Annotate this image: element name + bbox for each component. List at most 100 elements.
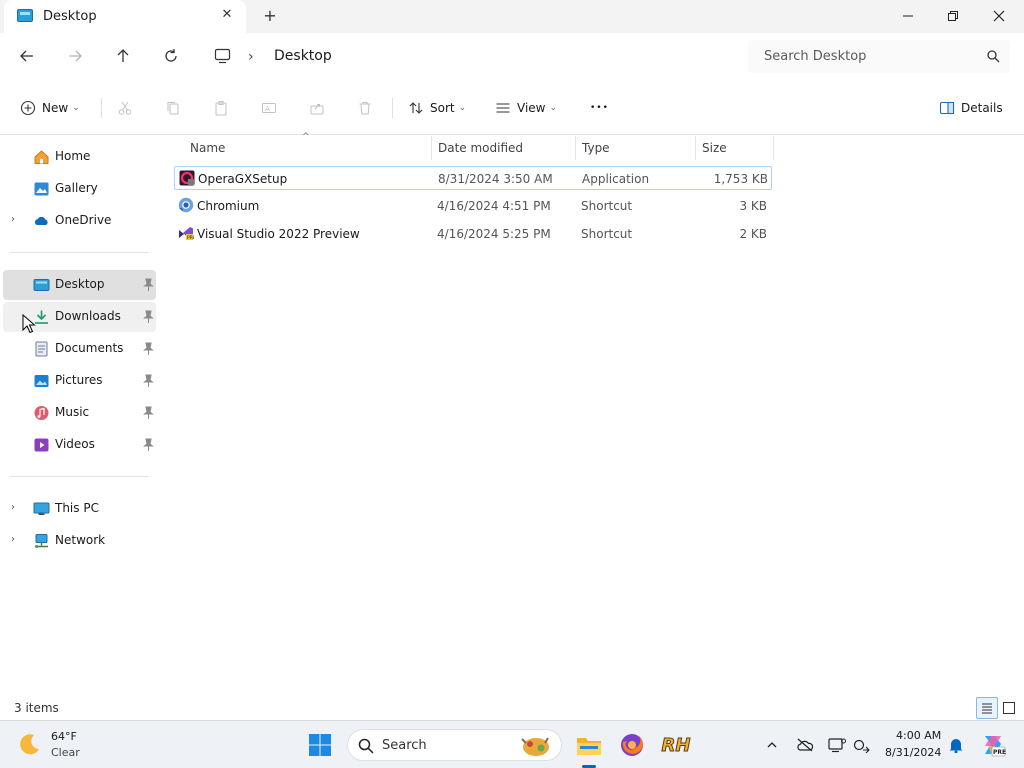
chevron-down-icon: ⌄ — [72, 103, 80, 113]
minimize-button[interactable] — [885, 0, 931, 32]
file-name: Chromium — [197, 199, 260, 213]
back-button[interactable] — [13, 43, 41, 69]
clock-date[interactable]: 8/31/2024 — [885, 746, 941, 759]
pin-icon[interactable] — [142, 374, 154, 388]
table-row[interactable]: Chromium 4/16/2024 4:51 PM Shortcut 3 KB — [174, 194, 772, 218]
windows-logo-icon — [309, 734, 331, 756]
expand-chevron-icon[interactable]: › — [11, 502, 15, 513]
column-divider[interactable] — [773, 136, 774, 160]
sidebar-item-network[interactable]: › Network — [3, 526, 156, 556]
tray-onedrive[interactable] — [795, 735, 815, 755]
column-divider[interactable] — [695, 136, 696, 160]
cut-button[interactable] — [114, 97, 136, 119]
column-divider[interactable] — [431, 136, 432, 160]
toolbar-divider — [392, 98, 393, 118]
show-hidden-icons-button[interactable] — [762, 735, 782, 755]
pin-icon[interactable] — [142, 310, 154, 324]
desktop-folder-icon — [17, 9, 33, 22]
copilot-button[interactable]: PRE — [980, 732, 1006, 758]
rename-button[interactable]: A — [258, 97, 280, 119]
refresh-button[interactable] — [157, 43, 185, 69]
command-bar: New ⌄ A Sort ⌄ View ⌄ ••• Details — [0, 80, 1024, 135]
tiles-view-toggle[interactable] — [998, 697, 1020, 719]
search-icon — [358, 738, 374, 754]
share-button[interactable] — [306, 97, 328, 119]
forward-button[interactable] — [61, 43, 89, 69]
file-size: 3 KB — [739, 199, 767, 213]
network-status-icon — [853, 739, 870, 753]
sidebar-item-music[interactable]: Music — [3, 398, 156, 428]
sidebar-item-home[interactable]: Home — [3, 142, 156, 172]
sidebar-item-desktop[interactable]: Desktop — [3, 270, 156, 300]
notifications-button[interactable] — [946, 735, 966, 755]
sort-button[interactable]: Sort ⌄ — [408, 97, 466, 119]
home-icon — [34, 150, 49, 164]
pin-icon[interactable] — [142, 406, 154, 420]
item-count: 3 items — [14, 701, 59, 715]
taskbar-firefox[interactable] — [616, 729, 648, 761]
sidebar-item-videos[interactable]: Videos — [3, 430, 156, 460]
new-tab-button[interactable]: + — [260, 6, 280, 26]
close-window-button[interactable] — [976, 0, 1022, 32]
start-button[interactable] — [304, 729, 336, 761]
taskbar-search[interactable]: Search — [347, 729, 562, 761]
bell-icon — [949, 739, 963, 753]
taskbar-rh-app[interactable]: RH — [660, 729, 692, 761]
pin-icon[interactable] — [142, 342, 154, 356]
sidebar-item-label: Pictures — [55, 373, 103, 387]
view-button[interactable]: View ⌄ — [495, 97, 557, 119]
tray-network[interactable] — [852, 735, 872, 755]
taskbar-file-explorer[interactable] — [573, 729, 605, 761]
details-view-toggle[interactable] — [976, 697, 998, 719]
column-header-type[interactable]: Type — [582, 136, 694, 160]
up-button[interactable] — [109, 43, 137, 69]
pin-icon[interactable] — [142, 278, 154, 292]
sidebar-item-gallery[interactable]: Gallery — [3, 174, 156, 204]
column-header-name[interactable]: Name — [190, 136, 430, 160]
tab-desktop[interactable]: Desktop ✕ — [4, 0, 246, 33]
mouse-cursor-icon — [22, 314, 36, 334]
column-header-date[interactable]: Date modified — [438, 136, 576, 160]
address-bar[interactable]: › Desktop — [200, 40, 735, 73]
opera-gx-icon — [179, 170, 195, 186]
onedrive-offline-icon — [797, 738, 814, 752]
tray-display[interactable] — [827, 735, 847, 755]
visual-studio-icon: PRE — [179, 227, 194, 241]
delete-button[interactable] — [354, 97, 376, 119]
title-bar: Desktop ✕ + — [0, 0, 1024, 33]
breadcrumb-desktop[interactable]: Desktop — [274, 48, 332, 64]
sidebar-item-pictures[interactable]: Pictures — [3, 366, 156, 396]
sidebar-item-onedrive[interactable]: › OneDrive — [3, 206, 156, 236]
file-name: OperaGXSetup — [198, 172, 288, 186]
table-row[interactable]: OperaGXSetup 8/31/2024 3:50 AM Applicati… — [174, 166, 772, 190]
taskbar: 64°F Clear Search RH 4:00 AM 8/31/2024 P… — [0, 720, 1024, 768]
restore-button[interactable] — [930, 0, 976, 32]
sidebar-item-label: Music — [55, 405, 90, 419]
videos-icon — [34, 438, 49, 452]
sidebar-item-documents[interactable]: Documents — [3, 334, 156, 364]
column-divider[interactable] — [575, 136, 576, 160]
taskbar-search-label: Search — [382, 738, 427, 753]
expand-chevron-icon[interactable]: › — [11, 214, 15, 225]
copy-button[interactable] — [162, 97, 184, 119]
refresh-icon — [165, 49, 177, 62]
sidebar-item-label: Downloads — [55, 309, 121, 323]
table-row[interactable]: PRE Visual Studio 2022 Preview 4/16/2024… — [174, 222, 772, 246]
more-options-button[interactable]: ••• — [590, 97, 609, 119]
search-input[interactable]: Search Desktop — [748, 40, 1010, 73]
search-highlight-icon — [521, 737, 549, 756]
expand-chevron-icon[interactable]: › — [11, 534, 15, 545]
pin-icon[interactable] — [142, 438, 154, 452]
clock-time[interactable]: 4:00 AM — [896, 729, 941, 742]
breadcrumb-separator[interactable]: › — [248, 49, 254, 65]
paste-button[interactable] — [210, 97, 232, 119]
sidebar-item-this-pc[interactable]: › This PC — [3, 494, 156, 524]
column-header-size[interactable]: Size — [702, 136, 772, 160]
details-label: Details — [961, 101, 1003, 115]
sidebar-item-label: Network — [55, 533, 106, 547]
new-label: New — [42, 101, 69, 115]
file-type: Application — [582, 172, 650, 186]
tab-close-button[interactable]: ✕ — [218, 6, 236, 24]
details-pane-button[interactable]: Details — [939, 97, 1003, 119]
new-button[interactable]: New ⌄ — [20, 97, 80, 119]
